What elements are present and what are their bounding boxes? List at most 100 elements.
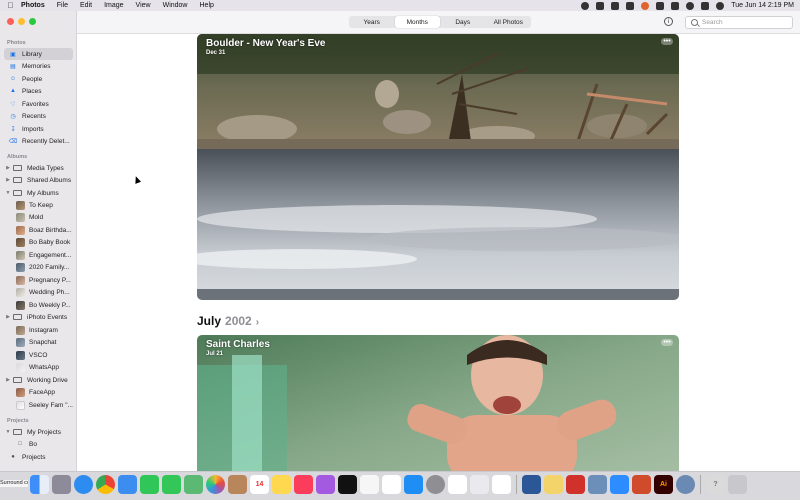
tray-app-icon[interactable] <box>671 1 680 10</box>
record-icon[interactable] <box>581 1 590 10</box>
tray-app-icon[interactable] <box>656 1 665 10</box>
wifi-icon[interactable] <box>686 1 695 10</box>
sidebar-item-shared-albums[interactable]: ▶ Shared Albums <box>4 174 73 186</box>
tray-app-icon[interactable] <box>641 1 650 10</box>
sidebar-album-whatsapp[interactable]: WhatsApp <box>4 361 73 373</box>
sidebar-album-faceapp[interactable]: FaceApp <box>4 386 73 398</box>
list-app-icon[interactable] <box>470 475 489 494</box>
menu-file[interactable]: File <box>57 2 68 9</box>
sidebar-item-memories[interactable]: ▤ Memories <box>4 60 73 72</box>
menu-help[interactable]: Help <box>200 2 214 9</box>
more-options-button[interactable]: ••• <box>661 339 673 346</box>
slack-icon[interactable] <box>382 475 401 494</box>
chevron-down-icon[interactable]: ▼ <box>5 429 11 435</box>
tray-app-icon[interactable] <box>596 1 605 10</box>
menu-image[interactable]: Image <box>104 2 123 9</box>
contacts-icon[interactable] <box>228 475 247 494</box>
chevron-right-icon[interactable]: ▶ <box>5 377 11 383</box>
menu-edit[interactable]: Edit <box>80 2 92 9</box>
sidebar-item-recently-deleted[interactable]: ⌫ Recently Delet... <box>4 135 73 147</box>
sidebar-item-my-albums[interactable]: ▼ My Albums <box>4 187 73 199</box>
more-options-button[interactable]: ••• <box>661 38 673 45</box>
chevron-right-icon[interactable]: ▶ <box>5 314 11 320</box>
sidebar-album-2020-family[interactable]: 2020 Family... <box>4 261 73 273</box>
tab-all-photos[interactable]: All Photos <box>486 16 532 28</box>
music-icon[interactable] <box>294 475 313 494</box>
menu-window[interactable]: Window <box>163 2 188 9</box>
info-icon[interactable]: i <box>664 17 673 26</box>
sidebar-album-to-keep[interactable]: To Keep <box>4 199 73 211</box>
moment-card-boulder[interactable]: Boulder - New Year's Eve Dec 31 ••• <box>197 34 679 300</box>
sidebar-album-mold[interactable]: Mold <box>4 211 73 223</box>
sidebar-album-engagement[interactable]: Engagement... <box>4 249 73 261</box>
sidebar-item-media-types[interactable]: ▶ Media Types <box>4 162 73 174</box>
notes-icon[interactable] <box>272 475 291 494</box>
trash-icon[interactable] <box>728 475 747 494</box>
tray-app-icon[interactable] <box>611 1 620 10</box>
app-icon[interactable] <box>492 475 511 494</box>
news-icon[interactable] <box>360 475 379 494</box>
minimize-window-button[interactable] <box>18 18 25 25</box>
menu-app-name[interactable]: Photos <box>21 2 45 9</box>
tab-years[interactable]: Years <box>349 16 395 28</box>
desktop-file-label[interactable]: Surround copy.a <box>0 480 28 487</box>
sidebar-album-iphoto-events[interactable]: ▶ iPhoto Events <box>4 311 73 323</box>
tray-app-icon[interactable] <box>626 1 635 10</box>
word-icon[interactable] <box>522 475 541 494</box>
moment-card-saint-charles[interactable]: Saint Charles Jul 21 ••• <box>197 335 679 471</box>
calendar-icon[interactable]: 14 <box>250 475 269 494</box>
sidebar-item-recents[interactable]: ◷ Recents <box>4 110 73 122</box>
sidebar-item-projects[interactable]: ● Projects <box>4 451 73 463</box>
library-content[interactable]: Boulder - New Year's Eve Dec 31 ••• July… <box>77 34 800 471</box>
messages-icon[interactable] <box>162 475 181 494</box>
safari-icon[interactable] <box>74 475 93 494</box>
launchpad-icon[interactable] <box>52 475 71 494</box>
chevron-right-icon[interactable]: ▶ <box>5 177 11 183</box>
app-icon[interactable] <box>676 475 695 494</box>
menu-view[interactable]: View <box>136 2 151 9</box>
sidebar-item-favorites[interactable]: ♡ Favorites <box>4 98 73 110</box>
sidebar-item-imports[interactable]: ↧ Imports <box>4 123 73 135</box>
chevron-right-icon[interactable]: ▶ <box>5 165 11 171</box>
photos-icon[interactable] <box>206 475 225 494</box>
help-icon[interactable]: ? <box>706 475 725 494</box>
mail-icon[interactable] <box>118 475 137 494</box>
acrobat-icon[interactable] <box>566 475 585 494</box>
settings-icon[interactable] <box>426 475 445 494</box>
sidebar-album-seeley-fam[interactable]: Seeley Fam "... <box>4 399 73 411</box>
powerpoint-icon[interactable] <box>632 475 651 494</box>
sidebar-album-pregnancy[interactable]: Pregnancy P... <box>4 274 73 286</box>
apple-menu-icon[interactable]:  <box>6 1 15 10</box>
sidebar-album-bo-baby-book[interactable]: Bo Baby Book <box>4 236 73 248</box>
sidebar-album-working-drive[interactable]: ▶ Working Drive <box>4 374 73 386</box>
sidebar-item-places[interactable]: ▲ Places <box>4 85 73 97</box>
sidebar-album-boaz-birthday[interactable]: Boaz Birthda... <box>4 224 73 236</box>
preview-icon[interactable] <box>588 475 607 494</box>
close-window-button[interactable] <box>7 18 14 25</box>
chrome-icon[interactable] <box>96 475 115 494</box>
menu-clock[interactable]: Tue Jun 14 2:19 PM <box>731 2 794 9</box>
notes-yellow-icon[interactable] <box>544 475 563 494</box>
zoom-icon[interactable] <box>610 475 629 494</box>
sidebar-item-library[interactable]: ▣ Library <box>4 48 73 60</box>
sidebar-album-snapchat[interactable]: Snapchat <box>4 336 73 348</box>
siri-icon[interactable] <box>716 1 725 10</box>
finder-icon[interactable] <box>30 475 49 494</box>
search-field[interactable]: Search <box>685 16 793 29</box>
fullscreen-window-button[interactable] <box>29 18 36 25</box>
maps-icon[interactable] <box>184 475 203 494</box>
month-section-header[interactable]: July 2002 › <box>197 314 259 328</box>
control-center-icon[interactable] <box>701 1 710 10</box>
sidebar-album-instagram[interactable]: Instagram <box>4 324 73 336</box>
sidebar-project-bo[interactable]: □ Bo <box>4 438 73 450</box>
facetime-icon[interactable] <box>140 475 159 494</box>
sidebar-item-people[interactable]: ☺ People <box>4 73 73 85</box>
sidebar-album-wedding[interactable]: Wedding Ph... <box>4 286 73 298</box>
tab-months[interactable]: Months <box>394 16 440 28</box>
app-store-icon[interactable] <box>404 475 423 494</box>
illustrator-icon[interactable]: Ai <box>654 475 673 494</box>
notion-icon[interactable] <box>448 475 467 494</box>
sidebar-album-bo-weekly[interactable]: Bo Weekly P... <box>4 299 73 311</box>
tv-icon[interactable] <box>338 475 357 494</box>
sidebar-item-my-projects[interactable]: ▼ My Projects <box>4 426 73 438</box>
